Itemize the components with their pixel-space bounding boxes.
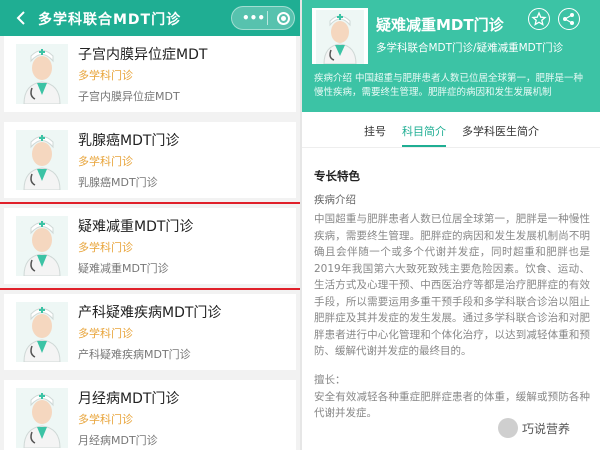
disease-intro-text: 中国超重与肥胖患者人数已位居全球第一，肥胖是一种慢性疾病，需要终生管理。肥胖症的… (314, 213, 590, 357)
wechat-account-icon (498, 418, 518, 438)
watermark-text: 巧说营养 (522, 422, 571, 436)
clinic-title: 疑难减重MDT门诊 (376, 16, 504, 34)
department-intro-content: 专长特色 疾病介绍 中国超重与肥胖患者人数已位居全球第一，肥胖是一种慢性疾病，需… (314, 168, 590, 422)
tab-department-intro[interactable]: 科目简介 (402, 123, 446, 139)
clinic-type: 多学科门诊 (78, 413, 133, 426)
clinic-name: 疑难减重MDT门诊 (78, 219, 194, 235)
target-circle-icon[interactable] (277, 12, 290, 25)
doctor-icon (16, 302, 68, 362)
expertise-label: 擅长： (314, 373, 346, 386)
clinic-name: 月经病MDT门诊 (78, 391, 180, 407)
clinic-type: 多学科门诊 (78, 241, 133, 254)
watermark: 巧说营养 (498, 416, 598, 442)
star-icon (531, 11, 547, 26)
clinic-intro-preview: 疾病介绍 中国超重与肥胖患者人数已位居全球第一，肥胖是一种慢性疾病，需要终生管理… (314, 73, 584, 98)
more-dots-icon[interactable]: ••• (242, 11, 265, 25)
clinic-type: 多学科门诊 (78, 327, 133, 340)
doctor-avatar (312, 8, 368, 64)
doctor-icon (16, 216, 68, 276)
clinic-type: 多学科门诊 (78, 155, 133, 168)
favorite-button[interactable] (528, 8, 550, 30)
doctor-icon (16, 44, 68, 104)
tab-doctors-intro[interactable]: 多学科医生简介 (462, 123, 539, 139)
clinic-breadcrumb: 多学科联合MDT门诊/疑难减重MDT门诊 (376, 42, 564, 54)
clinic-subtitle: 乳腺癌MDT门诊 (78, 176, 158, 189)
chevron-left-icon[interactable] (14, 10, 30, 26)
clinic-name: 产科疑难疾病MDT门诊 (78, 305, 222, 321)
doctor-icon (316, 10, 364, 64)
capsule-divider (267, 11, 268, 25)
clinic-type: 多学科门诊 (78, 69, 133, 82)
clinic-card[interactable]: 产科疑难疾病MDT门诊 多学科门诊 产科疑难疾病MDT门诊 (4, 294, 296, 370)
page-title: 多学科联合MDT门诊 (38, 12, 182, 28)
clinic-subtitle: 疑难减重MDT门诊 (78, 262, 169, 275)
detail-tabs: 挂号 科目简介 多学科医生简介 (302, 112, 600, 148)
clinic-name: 乳腺癌MDT门诊 (78, 133, 180, 149)
clinic-subtitle: 子宫内膜异位症MDT (78, 90, 180, 103)
clinic-header: 疑难减重MDT门诊 多学科联合MDT门诊/疑难减重MDT门诊 疾病介绍 中国超重… (302, 0, 600, 112)
clinic-card[interactable]: 乳腺癌MDT门诊 多学科门诊 乳腺癌MDT门诊 (4, 122, 296, 198)
tab-registration[interactable]: 挂号 (364, 123, 386, 139)
clinic-list: 子宫内膜异位症MDT 多学科门诊 子宫内膜异位症MDT 乳腺癌MDT门诊 多学科门诊乳… (0, 36, 300, 450)
doctor-icon (16, 130, 68, 190)
section-title: 专长特色 (314, 169, 360, 183)
clinic-detail-screen: 疑难减重MDT门诊 多学科联合MDT门诊/疑难减重MDT门诊 疾病介绍 中国超重… (300, 0, 600, 450)
disease-intro-label: 疾病介绍 (314, 194, 356, 206)
clinic-card[interactable]: 月经病MDT门诊 多学科门诊 月经病MDT门诊 (4, 380, 296, 450)
clinic-subtitle: 月经病MDT门诊 (78, 434, 158, 447)
clinic-card[interactable]: 子宫内膜异位症MDT 多学科门诊 子宫内膜异位症MDT (4, 36, 296, 112)
mini-program-capsule: ••• (231, 6, 295, 30)
clinic-name: 子宫内膜异位症MDT (78, 47, 208, 63)
clinic-list-screen: 多学科联合MDT门诊 ••• 子宫内膜异位症MDT 多学科门诊 子宫内膜异位症MDT (0, 0, 300, 450)
active-tab-indicator (402, 145, 446, 147)
clinic-card[interactable]: 疑难减重MDT门诊 多学科门诊 疑难减重MDT门诊 (0, 202, 300, 290)
share-icon (563, 13, 574, 25)
share-button[interactable] (558, 8, 580, 30)
nav-bar: 多学科联合MDT门诊 ••• (0, 0, 300, 36)
doctor-icon (16, 388, 68, 448)
clinic-subtitle: 产科疑难疾病MDT门诊 (78, 348, 191, 361)
